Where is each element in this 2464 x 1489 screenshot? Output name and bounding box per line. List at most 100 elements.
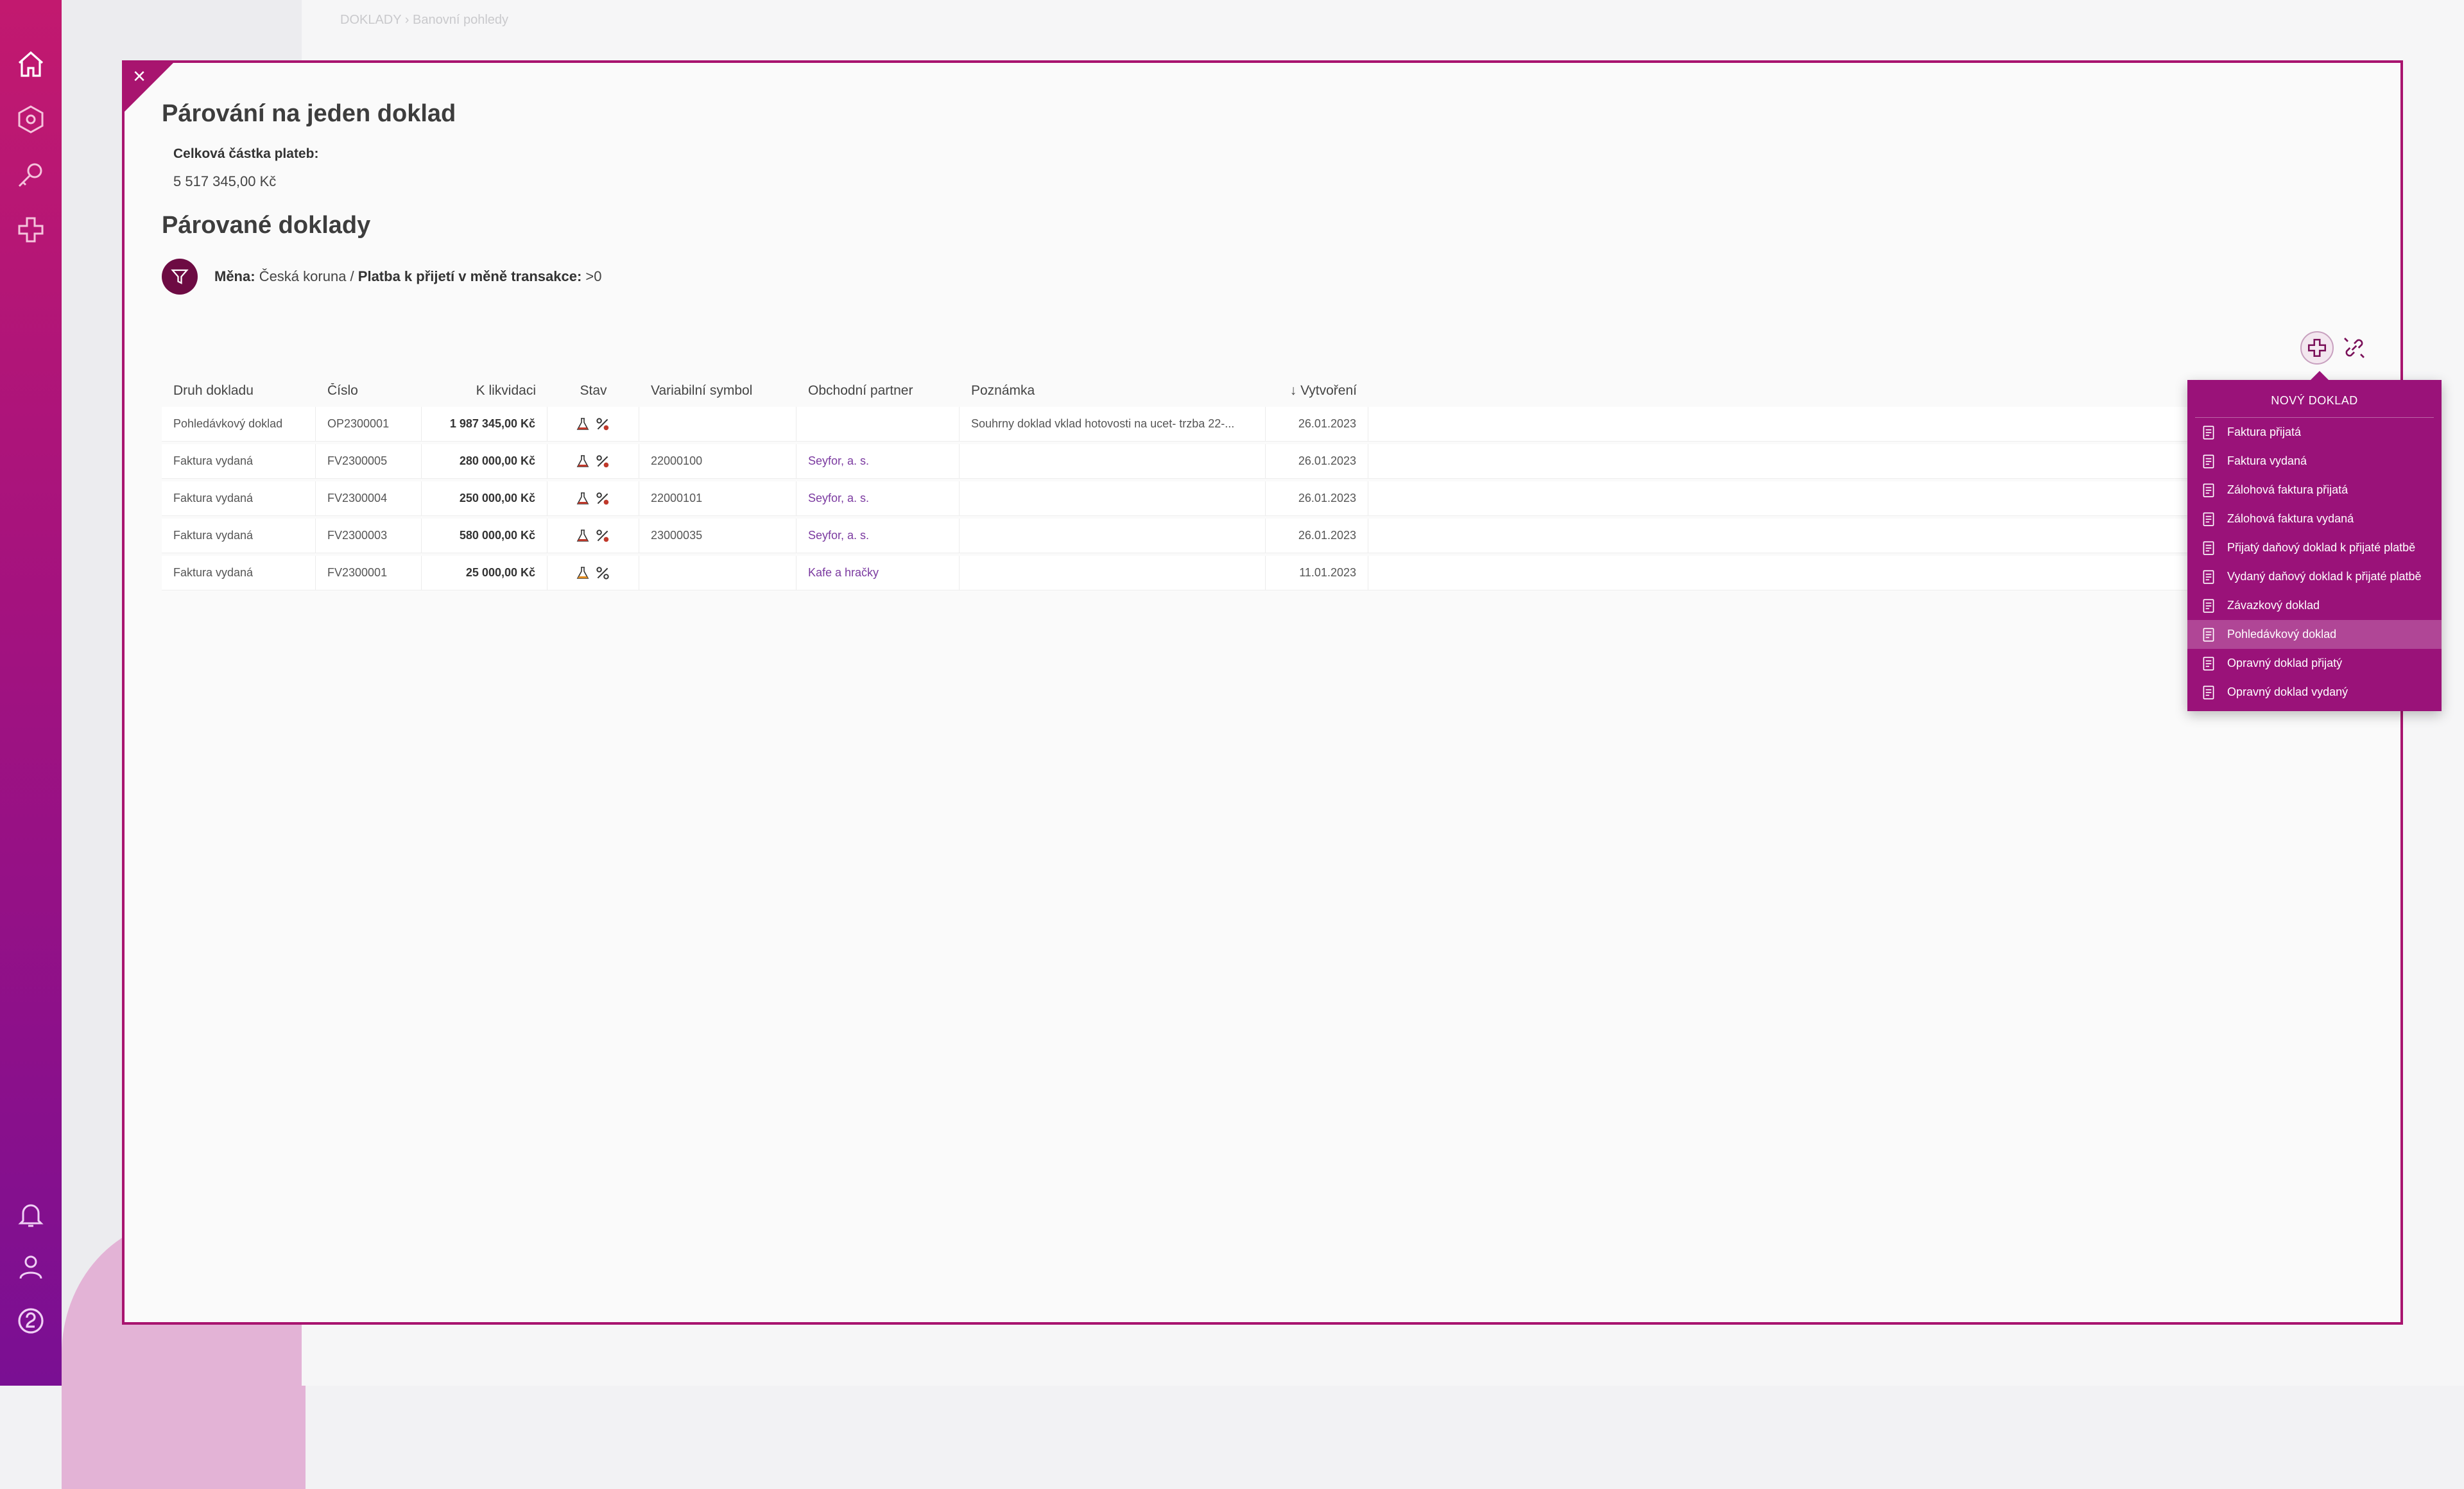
pairing-modal: × Párování na jeden doklad Celková částk…	[122, 60, 2403, 1325]
cell-partner[interactable]: Seyfor, a. s.	[797, 444, 960, 478]
col-header-cislo[interactable]: Číslo	[316, 383, 422, 399]
table-row[interactable]: Pohledávkový doklad OP2300001 1 987 345,…	[162, 407, 2347, 442]
left-rail	[0, 0, 62, 1386]
background-breadcrumb: DOKLADY › Banovní pohledy	[340, 13, 509, 27]
cell-vs: 23000035	[639, 519, 797, 553]
add-icon	[2307, 338, 2327, 357]
cell-druh: Faktura vydaná	[162, 481, 316, 515]
add-document-button[interactable]	[2300, 331, 2334, 365]
col-header-partner[interactable]: Obchodní partner	[797, 383, 960, 399]
dropdown-item-label: Opravný doklad vydaný	[2227, 685, 2348, 698]
filter-summary: Měna: Česká koruna / Platba k přijetí v …	[214, 268, 602, 285]
home-icon[interactable]	[15, 49, 46, 80]
document-icon	[2200, 655, 2217, 672]
cell-vytvoreni: 26.01.2023	[1266, 481, 1368, 515]
percent-icon	[596, 455, 608, 468]
table-row[interactable]: Faktura vydaná FV2300003 580 000,00 Kč 2…	[162, 519, 2347, 553]
dropdown-item-label: Vydaný daňový doklad k přijaté platbě	[2227, 570, 2422, 583]
filter-button[interactable]	[162, 259, 198, 295]
plus-icon[interactable]	[15, 214, 46, 245]
document-icon	[2200, 626, 2217, 643]
document-icon	[2200, 424, 2217, 441]
cell-stav	[547, 444, 639, 478]
cell-vs	[639, 556, 797, 590]
table-row[interactable]: Faktura vydaná FV2300001 25 000,00 Kč Ka…	[162, 556, 2347, 590]
unlink-button[interactable]	[2341, 335, 2367, 361]
user-icon[interactable]	[15, 1252, 46, 1282]
document-icon	[2200, 540, 2217, 556]
cell-partner[interactable]: Seyfor, a. s.	[797, 481, 960, 515]
dropdown-item[interactable]: Zálohová faktura přijatá	[2187, 476, 2442, 504]
filter-separator: /	[346, 268, 358, 284]
unlink-icon	[2344, 338, 2365, 358]
total-payments-label: Celková částka plateb:	[173, 146, 319, 161]
dropdown-item[interactable]: Faktura přijatá	[2187, 418, 2442, 447]
cell-druh: Faktura vydaná	[162, 556, 316, 590]
cell-partner[interactable]	[797, 407, 960, 441]
document-icon	[2200, 482, 2217, 499]
cell-stav	[547, 481, 639, 515]
cell-poznamka	[960, 519, 1266, 553]
document-icon	[2200, 569, 2217, 585]
filter-payment-label: Platba k přijetí v měně transakce:	[358, 268, 582, 284]
percent-icon	[596, 529, 608, 542]
paired-documents-title: Párované doklady	[162, 212, 371, 239]
col-header-poznamka[interactable]: Poznámka	[960, 383, 1266, 399]
cell-poznamka	[960, 556, 1266, 590]
dropdown-item[interactable]: Faktura vydaná	[2187, 447, 2442, 476]
cell-cislo: FV2300004	[316, 481, 422, 515]
table-row[interactable]: Faktura vydaná FV2300005 280 000,00 Kč 2…	[162, 444, 2347, 479]
total-payments-value: 5 517 345,00 Kč	[173, 173, 277, 189]
dropdown-item-label: Opravný doklad přijatý	[2227, 657, 2343, 669]
flask-icon	[577, 418, 589, 431]
dropdown-item[interactable]: Zálohová faktura vydaná	[2187, 504, 2442, 533]
cell-likvidaci: 1 987 345,00 Kč	[422, 407, 547, 441]
dropdown-item[interactable]: Závazkový doklad	[2187, 591, 2442, 620]
bell-icon[interactable]	[15, 1199, 46, 1230]
table-row[interactable]: Faktura vydaná FV2300004 250 000,00 Kč 2…	[162, 481, 2347, 516]
cell-partner[interactable]: Kafe a hračky	[797, 556, 960, 590]
cell-cislo: OP2300001	[316, 407, 422, 441]
col-header-likvidaci[interactable]: K likvidaci	[422, 383, 547, 399]
cell-likvidaci: 280 000,00 Kč	[422, 444, 547, 478]
close-icon[interactable]: ×	[128, 65, 150, 87]
cell-vytvoreni: 26.01.2023	[1266, 519, 1368, 553]
col-header-stav[interactable]: Stav	[547, 383, 639, 399]
flask-icon	[577, 567, 589, 580]
dropdown-item-label: Přijatý daňový doklad k přijaté platbě	[2227, 541, 2416, 554]
cell-partner[interactable]: Seyfor, a. s.	[797, 519, 960, 553]
search-key-icon[interactable]	[15, 159, 46, 190]
hexagon-icon[interactable]	[15, 104, 46, 135]
filter-icon	[171, 269, 189, 284]
dropdown-items: Faktura přijatá Faktura vydaná Zálohová fa…	[2187, 418, 2442, 707]
dropdown-item[interactable]: Opravný doklad vydaný	[2187, 678, 2442, 707]
document-icon	[2200, 511, 2217, 528]
cell-likvidaci: 25 000,00 Kč	[422, 556, 547, 590]
dropdown-item-label: Pohledávkový doklad	[2227, 628, 2337, 641]
cell-stav	[547, 519, 639, 553]
cell-vs: 22000101	[639, 481, 797, 515]
paired-documents-table: Druh dokladu Číslo K likvidaci Stav Vari…	[162, 377, 2347, 590]
col-header-druh[interactable]: Druh dokladu	[162, 383, 316, 399]
dropdown-item[interactable]: Opravný doklad přijatý	[2187, 649, 2442, 678]
cell-likvidaci: 250 000,00 Kč	[422, 481, 547, 515]
cell-poznamka: Souhrny doklad vklad hotovosti na ucet- …	[960, 407, 1266, 441]
cell-poznamka	[960, 481, 1266, 515]
dropdown-item-label: Faktura přijatá	[2227, 426, 2302, 438]
cell-cislo: FV2300001	[316, 556, 422, 590]
dropdown-item[interactable]: Přijatý daňový doklad k přijaté platbě	[2187, 533, 2442, 562]
flask-icon	[577, 455, 589, 468]
modal-title: Párování na jeden doklad	[162, 100, 456, 127]
dropdown-item[interactable]: Vydaný daňový doklad k přijaté platbě	[2187, 562, 2442, 591]
help-icon[interactable]	[15, 1305, 46, 1336]
dropdown-item-label: Zálohová faktura vydaná	[2227, 512, 2354, 525]
col-header-vytvoreni[interactable]: ↓ Vytvoření	[1266, 383, 1368, 399]
dropdown-item[interactable]: Pohledávkový doklad	[2187, 620, 2442, 649]
dropdown-header: NOVÝ DOKLAD	[2195, 380, 2434, 418]
cell-druh: Faktura vydaná	[162, 519, 316, 553]
dropdown-item-label: Zálohová faktura přijatá	[2227, 483, 2348, 496]
cell-vytvoreni: 26.01.2023	[1266, 444, 1368, 478]
filter-currency-value: Česká koruna	[259, 268, 347, 284]
new-document-dropdown: NOVÝ DOKLAD Faktura přijatá Faktura vydan…	[2187, 371, 2442, 711]
col-header-vs[interactable]: Variabilní symbol	[639, 383, 797, 399]
